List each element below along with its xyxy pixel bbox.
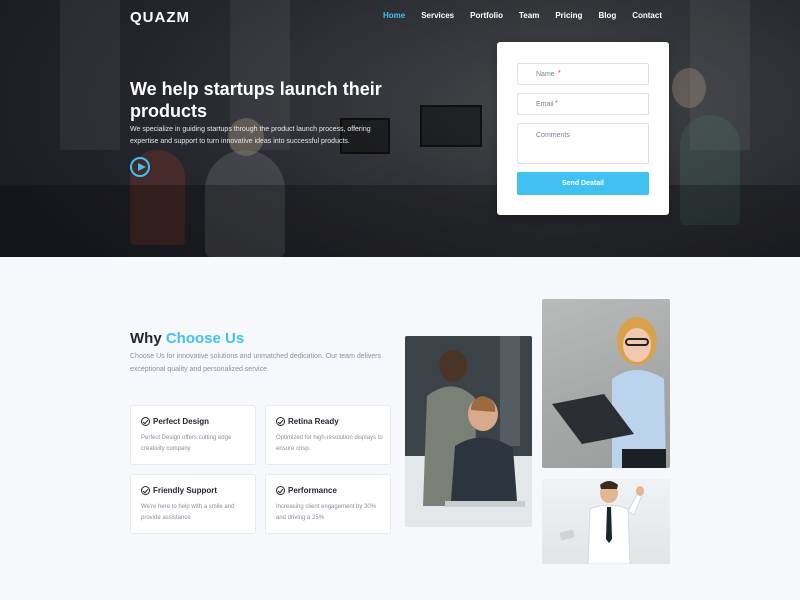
- feature-description: Perfect Design offers cutting edge creat…: [141, 435, 232, 452]
- woman-laptop-photo: [542, 299, 670, 468]
- check-circle-icon: [276, 486, 285, 495]
- nav-item-services[interactable]: Services: [421, 11, 454, 20]
- feature-description: We're here to help with a smile and prov…: [141, 504, 235, 521]
- feature-card-retina-ready: Retina Ready Optimized for high-resoluti…: [265, 405, 391, 465]
- feature-title: Friendly Support: [153, 486, 217, 495]
- nav-item-contact[interactable]: Contact: [632, 11, 662, 20]
- businessman-illustration: [559, 481, 644, 564]
- feature-description: Increasing client engagement by 30% and …: [276, 504, 377, 521]
- why-title-prefix: Why: [130, 330, 166, 347]
- required-mark: *: [558, 70, 561, 77]
- hero-section: QUAZM Home Services Portfolio Team Prici…: [0, 0, 800, 257]
- hero-title: We help startups launch their products: [130, 79, 382, 121]
- check-circle-icon: [141, 417, 150, 426]
- team-meeting-photo: [405, 336, 532, 527]
- nav-item-pricing[interactable]: Pricing: [555, 11, 582, 20]
- send-detail-button[interactable]: Send Deatail: [517, 172, 649, 195]
- top-navigation: QUAZM Home Services Portfolio Team Prici…: [0, 0, 800, 34]
- why-title: Why Choose Us: [130, 330, 244, 347]
- email-field[interactable]: [517, 93, 649, 115]
- nav-menu: Home Services Portfolio Team Pricing Blo…: [383, 11, 662, 20]
- woman-laptop-illustration: [552, 317, 666, 468]
- feature-title: Performance: [288, 486, 337, 495]
- required-mark: *: [555, 100, 558, 107]
- logo[interactable]: QUAZM: [130, 9, 190, 26]
- name-field[interactable]: [517, 63, 649, 85]
- feature-card-friendly-support: Friendly Support We're here to help with…: [130, 474, 256, 534]
- feature-title: Perfect Design: [153, 417, 210, 426]
- nav-item-portfolio[interactable]: Portfolio: [470, 11, 503, 20]
- team-meeting-illustration: [405, 336, 532, 527]
- feature-card-performance: Performance Increasing client engagement…: [265, 474, 391, 534]
- businessman-photo: [542, 479, 670, 564]
- why-title-accent: Choose Us: [165, 330, 245, 347]
- nav-item-team[interactable]: Team: [519, 11, 539, 20]
- background-desk: [0, 185, 800, 257]
- comments-field[interactable]: [517, 123, 649, 164]
- feature-description: Optimized for high-resolution displays t…: [276, 435, 383, 452]
- feature-title: Retina Ready: [288, 417, 339, 426]
- play-icon[interactable]: [130, 157, 150, 177]
- hero-description: We specialize in guiding startups throug…: [130, 126, 371, 145]
- why-description: Choose Us for innovative solutions and u…: [130, 353, 381, 373]
- nav-item-home[interactable]: Home: [383, 11, 405, 20]
- feature-card-perfect-design: Perfect Design Perfect Design offers cut…: [130, 405, 256, 465]
- contact-form: * * Send Deatail: [497, 42, 669, 215]
- background-person-head: [672, 68, 706, 108]
- background-monitor: [420, 105, 482, 147]
- check-circle-icon: [141, 486, 150, 495]
- nav-item-blog[interactable]: Blog: [598, 11, 616, 20]
- check-circle-icon: [276, 417, 285, 426]
